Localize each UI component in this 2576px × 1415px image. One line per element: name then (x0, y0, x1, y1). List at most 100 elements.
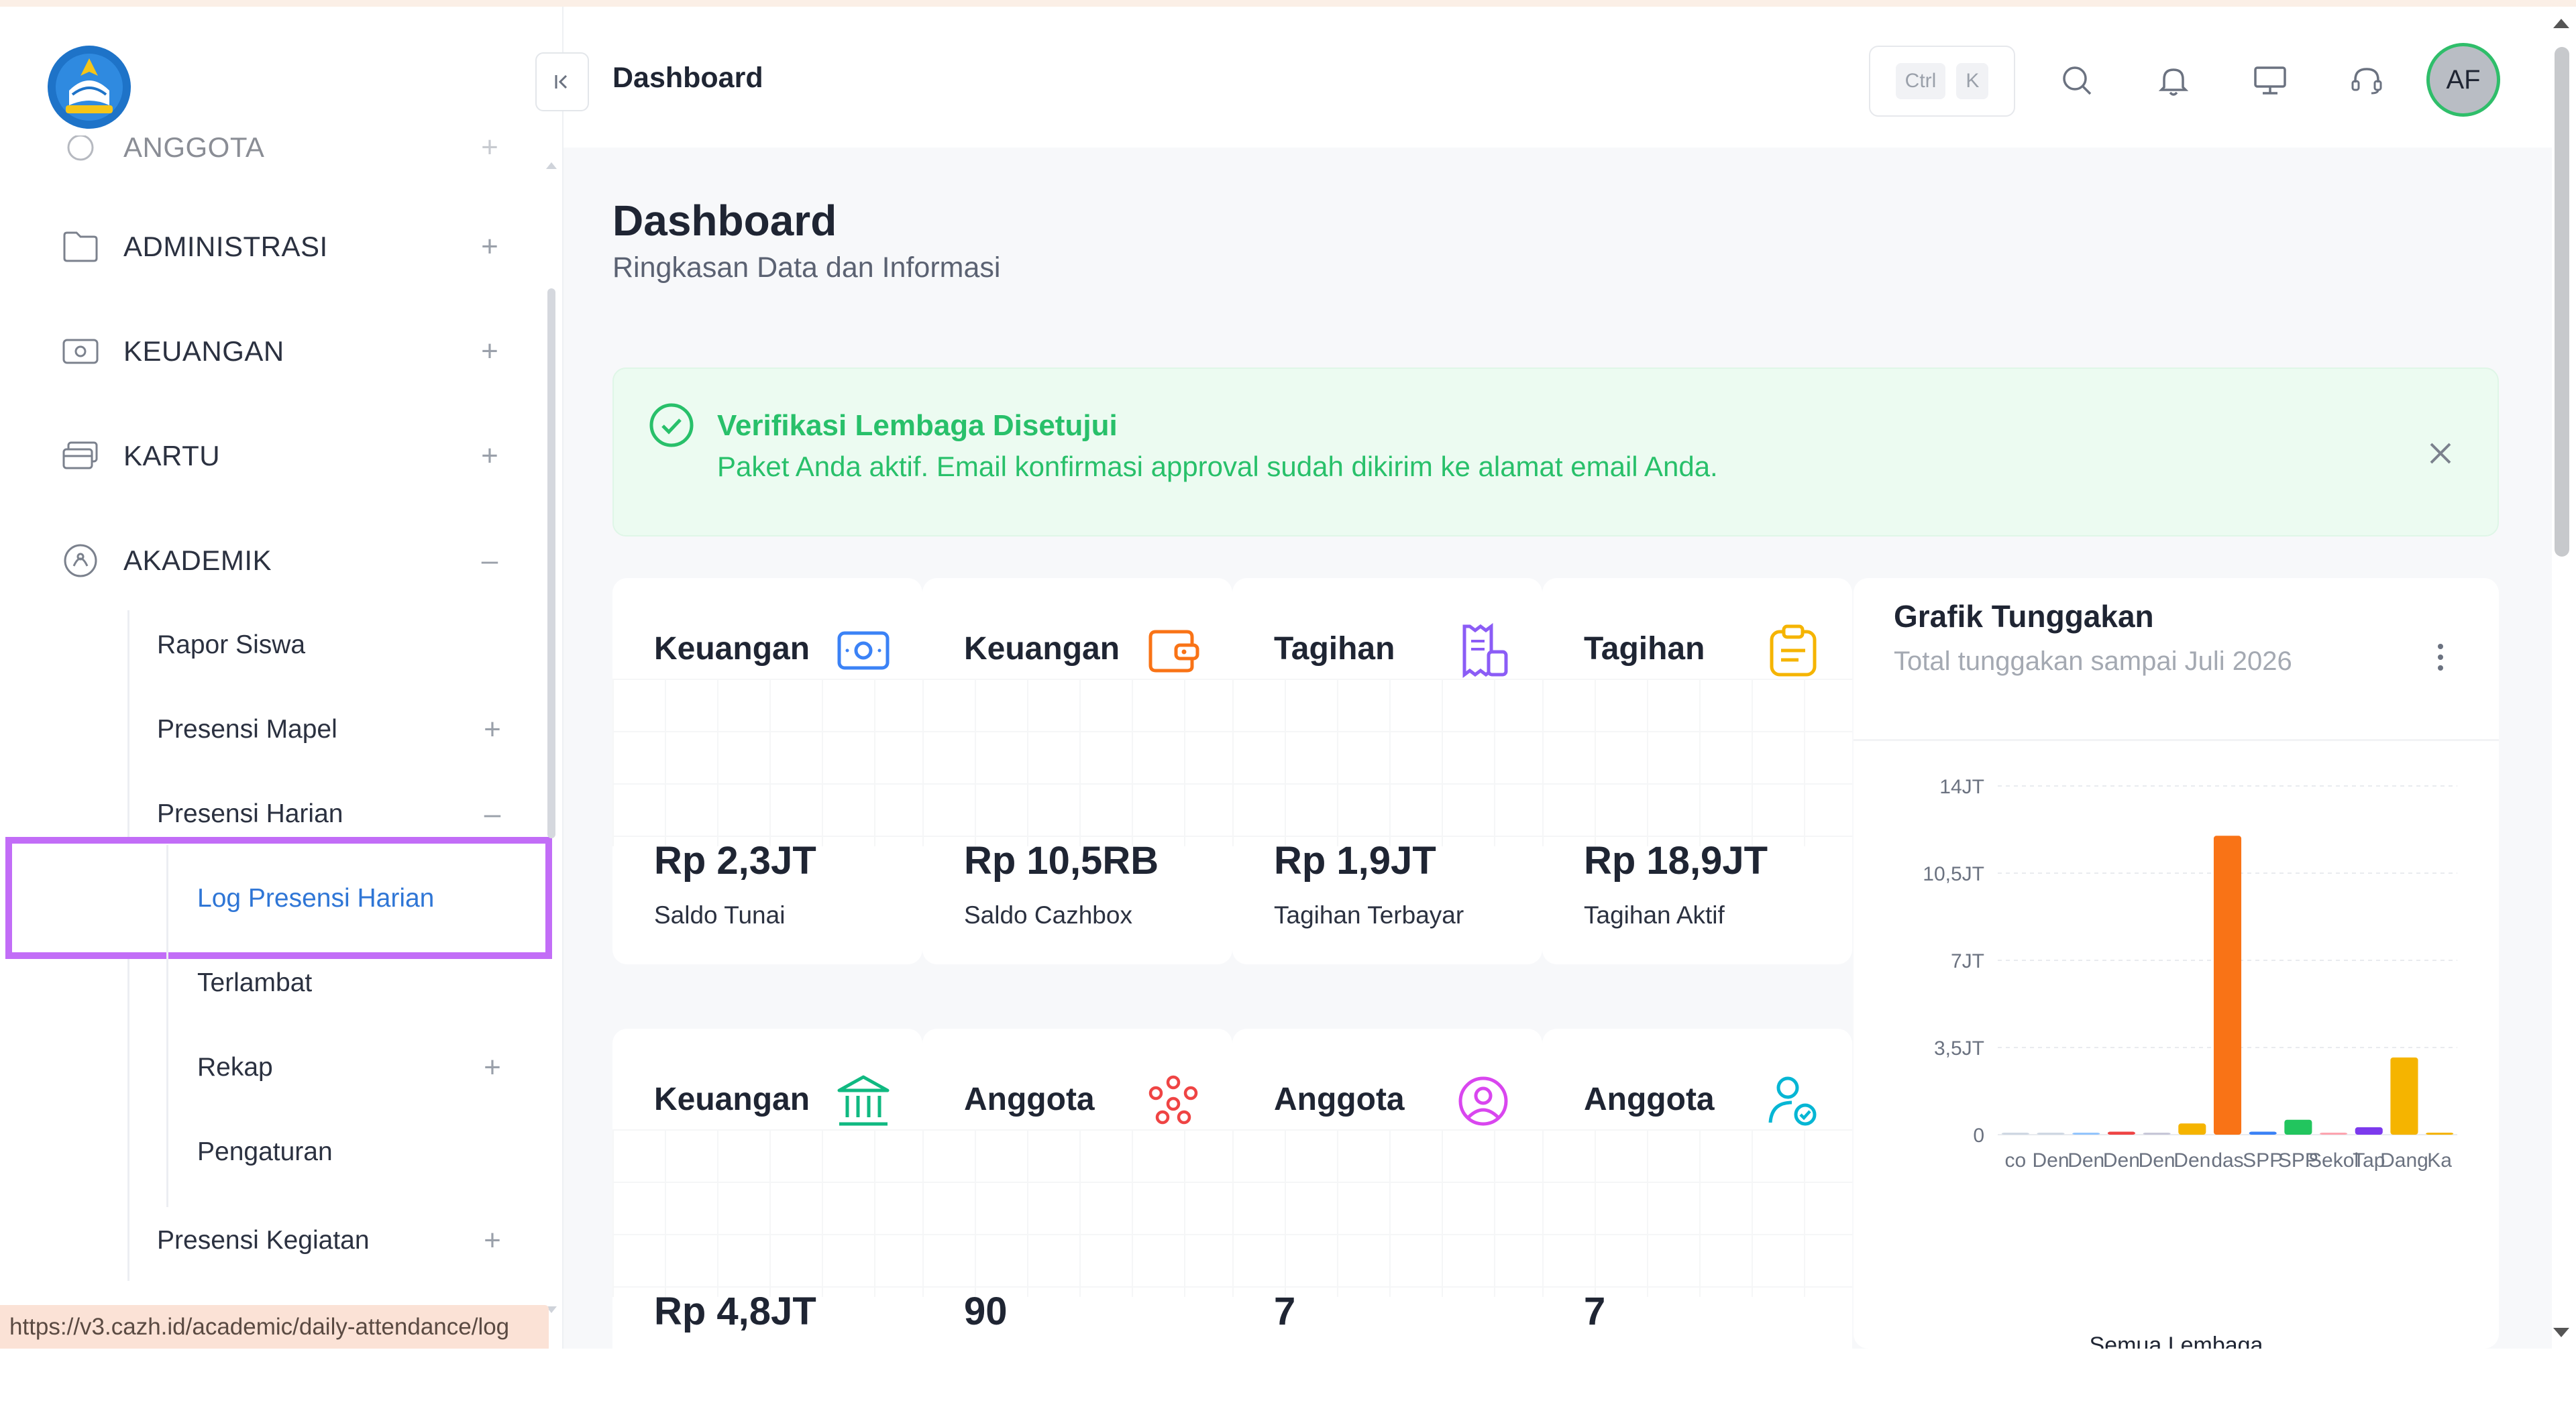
expand-icon[interactable]: + (476, 230, 503, 263)
card-pattern (1232, 1129, 1542, 1297)
sidebar-nested-rekap[interactable]: Rekap + (197, 1044, 506, 1091)
page-subtitle: Ringkasan Data dan Informasi (612, 251, 1001, 284)
header-title: Dashboard (612, 62, 763, 94)
page-scrollbar[interactable] (2555, 47, 2569, 557)
stat-card-tagihan-terbayar[interactable]: Tagihan Rp 1,9JT Tagihan Terbayar (1232, 578, 1542, 964)
stat-card-anggota-check[interactable]: Anggota 7 (1542, 1029, 1852, 1415)
card-value: 7 (1584, 1290, 1606, 1333)
page-scroll-down[interactable] (2553, 1328, 2569, 1337)
user-circle-icon (1455, 1073, 1511, 1129)
chart-bar[interactable] (2143, 1133, 2171, 1135)
chart-bar[interactable] (2001, 1133, 2029, 1135)
page-scroll-up[interactable] (2553, 19, 2569, 28)
x-tick-label: Den (2033, 1149, 2070, 1172)
chart-options-button[interactable] (2430, 637, 2451, 677)
chart-bar[interactable] (2178, 1123, 2206, 1135)
kbd-ctrl: Ctrl (1895, 63, 1946, 99)
sidebar-item-administrasi[interactable]: ADMINISTRASI + (60, 220, 503, 274)
sidebar-item-keuangan[interactable]: KEUANGAN + (60, 325, 503, 378)
y-tick-label: 0 (1973, 1125, 1984, 1147)
x-tick-label: SPP (2243, 1149, 2283, 1172)
card-pattern (922, 1129, 1232, 1297)
chart-bar[interactable] (2355, 1127, 2383, 1135)
chart-bar[interactable] (2249, 1131, 2277, 1135)
sidebar-scroll-up[interactable] (546, 162, 557, 169)
expand-icon[interactable]: + (476, 135, 503, 164)
sidebar-subitem-presensi-kegiatan[interactable]: Presensi Kegiatan + (157, 1217, 506, 1264)
nested-item-label: Log Presensi Harian (197, 884, 435, 913)
users-icon (60, 135, 101, 168)
command-palette-shortcut[interactable]: Ctrl K (1869, 46, 2015, 117)
sidebar-item-label: ANGGOTA (123, 131, 265, 163)
clipboard-icon (1765, 622, 1821, 679)
sidebar-item-kartu[interactable]: KARTU + (60, 429, 503, 483)
sidebar-nested-pengaturan[interactable]: Pengaturan (197, 1129, 506, 1176)
card-value: Rp 10,5RB (964, 839, 1159, 883)
chart-bar[interactable] (2284, 1119, 2312, 1135)
card-value: 7 (1274, 1290, 1296, 1333)
chart-bar[interactable] (2072, 1133, 2100, 1135)
collapse-icon[interactable]: – (479, 797, 506, 830)
sidebar-scrollbar[interactable] (547, 288, 555, 838)
expand-icon[interactable]: + (479, 713, 506, 746)
chart-bar[interactable] (2107, 1131, 2135, 1135)
verification-alert: Verifikasi Lembaga Disetujui Paket Anda … (612, 367, 2499, 536)
chart-subtitle: Total tunggakan sampai Juli 2026 (1894, 646, 2292, 676)
alert-message: Paket Anda aktif. Email konfirmasi appro… (717, 451, 1718, 482)
x-tick-label: Den (2068, 1149, 2104, 1172)
expand-icon[interactable]: + (476, 335, 503, 367)
display-button[interactable] (2243, 54, 2297, 107)
sidebar-item-akademik[interactable]: AKADEMIK – (60, 534, 503, 587)
chart-bar[interactable] (2320, 1133, 2348, 1135)
chart-filter-label[interactable]: Semua Lembaga (1854, 1333, 2499, 1349)
collapse-sidebar-button[interactable] (535, 52, 589, 111)
search-button[interactable] (2050, 54, 2104, 107)
stat-card-tagihan-aktif[interactable]: Tagihan Rp 18,9JT Tagihan Aktif (1542, 578, 1852, 964)
card-pattern (612, 1129, 922, 1297)
wallet-icon (1145, 622, 1201, 679)
check-circle-icon (647, 401, 696, 449)
x-tick-label: co (2005, 1149, 2027, 1172)
money-icon (835, 622, 892, 679)
card-value: Rp 4,8JT (654, 1290, 816, 1333)
user-avatar[interactable]: AF (2426, 43, 2500, 117)
chart-bar[interactable] (2213, 836, 2242, 1135)
sidebar-item-label: KARTU (123, 440, 221, 471)
card-title: Keuangan (654, 1082, 810, 1117)
stat-card-anggota-group[interactable]: Anggota 90 (922, 1029, 1232, 1415)
sidebar-subitem-presensi-harian[interactable]: Presensi Harian – (157, 791, 506, 838)
collapse-icon[interactable]: – (476, 544, 503, 577)
sidebar-nested-log-presensi-harian[interactable]: Log Presensi Harian (197, 875, 506, 922)
card-caption: Saldo Tunai (654, 901, 786, 929)
chart-bar[interactable] (2426, 1133, 2454, 1135)
arrears-bar-chart: 03,5JT7JT10,5JT14JTco DenDenDenDenDen dasS… (1923, 776, 2457, 1172)
browser-status-url: https://v3.cazh.id/academic/daily-attend… (0, 1305, 549, 1349)
chart-bar[interactable] (2390, 1057, 2418, 1135)
notifications-button[interactable] (2147, 54, 2200, 107)
sidebar-subitem-presensi-mapel[interactable]: Presensi Mapel + (157, 706, 506, 753)
expand-icon[interactable]: + (479, 1051, 506, 1084)
invoice-icon (1455, 622, 1511, 679)
sidebar-nested-terlambat[interactable]: Terlambat (197, 960, 506, 1007)
stat-card-saldo-cazhbox[interactable]: Keuangan Rp 10,5RB Saldo Cazhbox (922, 578, 1232, 964)
nested-item-label: Rekap (197, 1053, 273, 1082)
close-alert-button[interactable] (2420, 433, 2461, 473)
expand-icon[interactable]: + (476, 439, 503, 472)
card-pattern (1542, 679, 1852, 846)
monitor-icon (2254, 66, 2286, 95)
nested-item-label: Pengaturan (197, 1137, 333, 1166)
institution-logo[interactable] (46, 44, 133, 131)
chart-card-grafik-tunggakan: Grafik Tunggakan Total tunggakan sampai … (1854, 578, 2499, 1349)
subitem-label: Presensi Harian (157, 799, 343, 828)
kbd-k: K (1956, 63, 1989, 99)
stat-card-keuangan-bank[interactable]: Keuangan Rp 4,8JT (612, 1029, 922, 1415)
stat-card-anggota-user[interactable]: Anggota 7 (1232, 1029, 1542, 1415)
sidebar-subitem-rapor-siswa[interactable]: Rapor Siswa (157, 622, 506, 669)
expand-icon[interactable]: + (479, 1224, 506, 1257)
y-tick-label: 14JT (1939, 776, 1984, 798)
support-button[interactable] (2340, 54, 2394, 107)
stat-card-saldo-tunai[interactable]: Keuangan Rp 2,3JT Saldo Tunai (612, 578, 922, 964)
chart-bar[interactable] (2037, 1133, 2065, 1135)
search-icon (2063, 66, 2092, 95)
card-title: Anggota (964, 1082, 1095, 1117)
